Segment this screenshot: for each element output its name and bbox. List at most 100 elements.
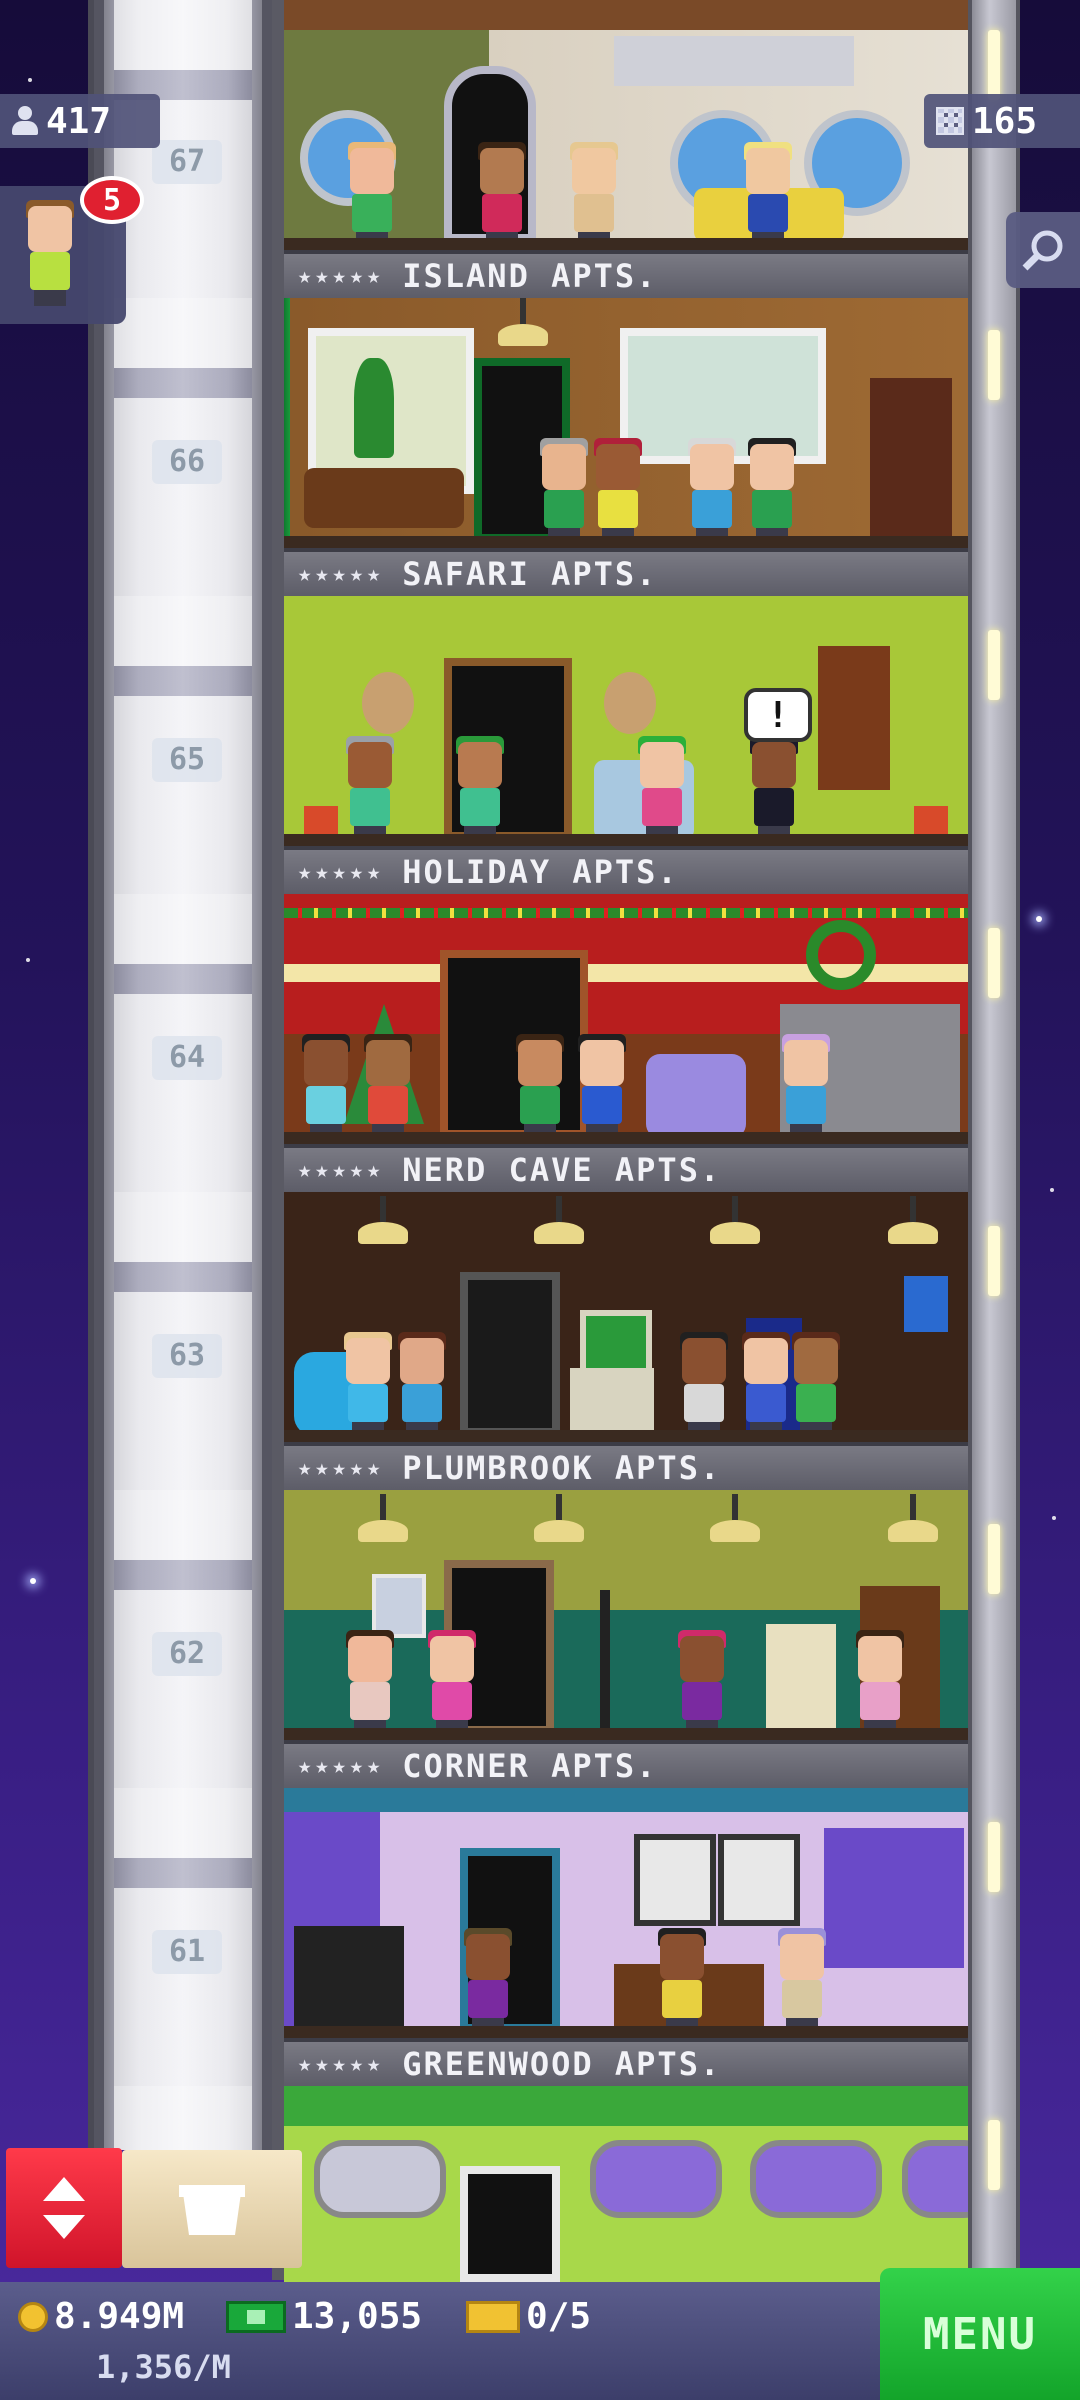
ceiling-lamp: [358, 1196, 408, 1244]
tenant[interactable]: [740, 142, 796, 248]
coins-stat[interactable]: 8.949M: [18, 2296, 184, 2337]
tenant[interactable]: [360, 1034, 416, 1140]
couch: [304, 468, 464, 528]
wreath: [806, 920, 876, 990]
floor-corner-apts[interactable]: ★★★★★ CORNER APTS.: [284, 1490, 968, 1788]
tenant[interactable]: [394, 1332, 450, 1438]
tenant[interactable]: [738, 1332, 794, 1438]
ceiling-lamp: [888, 1196, 938, 1244]
window: [824, 1828, 964, 1968]
ceiling-lamp: [710, 1494, 760, 1542]
floor-holiday-apts[interactable]: ! ★★★★★ HOLIDAY APTS.: [284, 596, 968, 894]
floor-label[interactable]: ★★★★★ SAFARI APTS.: [284, 548, 968, 596]
floor-number: 67: [152, 140, 222, 184]
tickets-value: 0/5: [526, 2296, 592, 2337]
rating-stars: ★★★★★: [298, 561, 385, 587]
rating-stars: ★★★★★: [298, 2051, 385, 2077]
coins-rate: 1,356/M: [96, 2348, 231, 2386]
tenant[interactable]: [674, 1630, 730, 1736]
floor-label[interactable]: ★★★★★ PLUMBROOK APTS.: [284, 1442, 968, 1490]
rating-stars: ★★★★★: [298, 1753, 385, 1779]
tenant[interactable]: [474, 142, 530, 248]
floor-number: 66: [152, 440, 222, 484]
wardrobe: [870, 378, 952, 538]
tenant[interactable]: [342, 1630, 398, 1736]
population-counter[interactable]: 417: [0, 94, 160, 148]
floor-name: SAFARI APTS.: [402, 555, 658, 593]
tenant[interactable]: [744, 438, 800, 544]
oval-window: [314, 2140, 446, 2218]
floors-value: 165: [972, 100, 1038, 142]
rating-stars: ★★★★★: [298, 1157, 385, 1183]
building-icon: [936, 107, 964, 135]
sky-star: [1050, 1188, 1054, 1192]
speech-bubble[interactable]: !: [744, 688, 812, 742]
wall-mask: [362, 672, 414, 734]
rating-stars: ★★★★★: [298, 859, 385, 885]
floor-island-apts[interactable]: ★★★★★ ISLAND APTS.: [284, 0, 968, 298]
floor-label[interactable]: ★★★★★ CORNER APTS.: [284, 1740, 968, 1788]
floor-label[interactable]: ★★★★★ GREENWOOD APTS.: [284, 2038, 968, 2086]
tenant[interactable]: [460, 1928, 516, 2034]
floors-counter[interactable]: 165: [924, 94, 1080, 148]
tenant[interactable]: [566, 142, 622, 248]
floor-name: NERD CAVE APTS.: [402, 1151, 722, 1189]
menu-button[interactable]: MENU: [880, 2268, 1080, 2400]
alert-icon: !: [767, 694, 789, 736]
floor-label[interactable]: ★★★★★ HOLIDAY APTS.: [284, 846, 968, 894]
crate-icon: [179, 2185, 245, 2235]
tenant[interactable]: [774, 1928, 830, 2034]
tenant[interactable]: [424, 1630, 480, 1736]
tenant[interactable]: [684, 438, 740, 544]
tenant[interactable]: [536, 438, 592, 544]
rating-stars: ★★★★★: [298, 263, 385, 289]
floor-name: ISLAND APTS.: [402, 257, 658, 295]
ceiling-lamp: [358, 1494, 408, 1542]
tenant[interactable]: [590, 438, 646, 544]
bux-stat[interactable]: 13,055: [226, 2296, 422, 2337]
tenant[interactable]: [654, 1928, 710, 2034]
ceiling-lamp: [534, 1196, 584, 1244]
floor-partial[interactable]: [284, 2086, 968, 2282]
tenant[interactable]: [676, 1332, 732, 1438]
elevator-button[interactable]: [6, 2148, 122, 2268]
floor-label[interactable]: ★★★★★ NERD CAVE APTS.: [284, 1144, 968, 1192]
tenant[interactable]: [852, 1630, 908, 1736]
tenant[interactable]: [298, 1034, 354, 1140]
tickets-stat[interactable]: 0/5: [466, 2296, 591, 2337]
tenant[interactable]: [788, 1332, 844, 1438]
sky-star: [1036, 916, 1042, 922]
tenant[interactable]: [340, 1332, 396, 1438]
tenant[interactable]: [452, 736, 508, 842]
ceiling-lamp: [888, 1494, 938, 1542]
tenant[interactable]: [746, 736, 802, 842]
search-button[interactable]: [1006, 212, 1080, 288]
bottom-status-bar: 8.949M 1,356/M 13,055 0/5: [0, 2282, 880, 2400]
tenant[interactable]: [512, 1034, 568, 1140]
floor-plumbrook-apts[interactable]: ★★★★★ PLUMBROOK APTS.: [284, 1192, 968, 1490]
poster: [904, 1276, 948, 1332]
floor-label[interactable]: ★★★★★ ISLAND APTS.: [284, 250, 968, 298]
retro-computer: [580, 1310, 652, 1374]
golden-ticket-icon: [466, 2300, 520, 2333]
rating-stars: ★★★★★: [298, 1455, 385, 1481]
ceiling-lamp: [710, 1196, 760, 1244]
tenant[interactable]: [574, 1034, 630, 1140]
tenant[interactable]: [634, 736, 690, 842]
door: [460, 1272, 560, 1436]
tenant[interactable]: [342, 736, 398, 842]
coins-rate-value: 1,356/M: [96, 2348, 231, 2386]
garland: [284, 908, 968, 918]
bux-icon: [226, 2300, 286, 2333]
floor-nerd-cave-apts[interactable]: ★★★★★ NERD CAVE APTS.: [284, 894, 968, 1192]
tenant[interactable]: [778, 1034, 834, 1140]
wall-picture: [634, 1834, 716, 1926]
wall-picture: [372, 1574, 426, 1638]
floor-safari-apts[interactable]: ★★★★★ SAFARI APTS.: [284, 298, 968, 596]
build-floor-button[interactable]: [122, 2150, 302, 2268]
floor-greenwood-apts[interactable]: ★★★★★ GREENWOOD APTS.: [284, 1788, 968, 2086]
tenant[interactable]: [344, 142, 400, 248]
floor-name: CORNER APTS.: [402, 1747, 658, 1785]
visitor-count-badge: 5: [80, 176, 144, 224]
floor-name: PLUMBROOK APTS.: [402, 1449, 722, 1487]
